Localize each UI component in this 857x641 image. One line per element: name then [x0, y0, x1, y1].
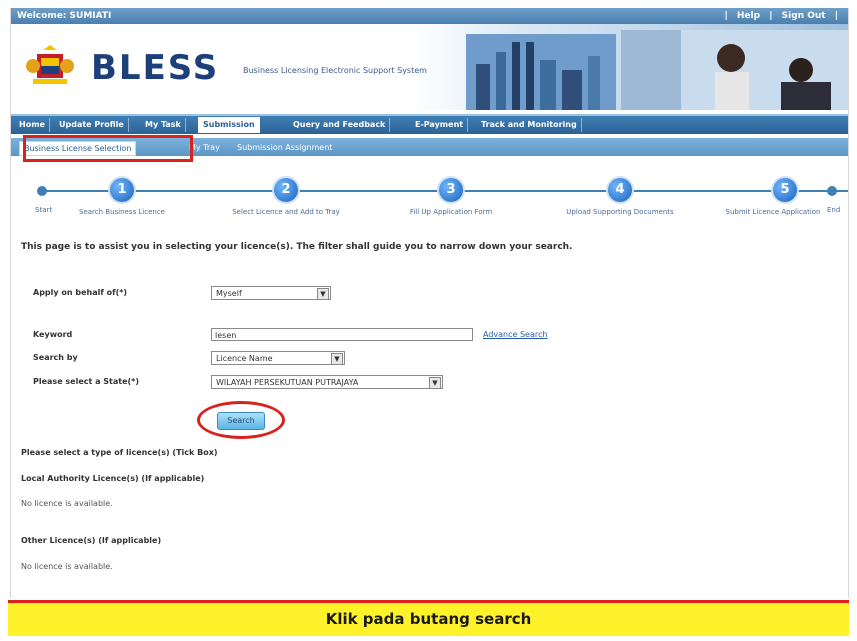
- state-label: Please select a State(*): [33, 377, 140, 386]
- search-by-label: Search by: [33, 353, 78, 362]
- header-banner: BLESS Business Licensing Electronic Supp…: [11, 24, 848, 110]
- nav-my-task[interactable]: My Task: [141, 118, 186, 132]
- nav-e-payment[interactable]: E-Payment: [411, 118, 469, 132]
- apply-on-behalf-select[interactable]: Myself ▼: [211, 286, 331, 300]
- search-by-value: Licence Name: [216, 354, 273, 363]
- nav-home[interactable]: Home: [15, 118, 50, 132]
- business-people-photo: [621, 30, 848, 110]
- other-licences-heading: Other Licence(s) (If applicable): [21, 536, 162, 545]
- help-link[interactable]: Help: [737, 11, 760, 21]
- step-3-circle: 3: [439, 178, 463, 202]
- logo-subtitle: Business Licensing Electronic Support Sy…: [243, 66, 427, 75]
- welcome-text: Welcome: SUMIATI: [17, 11, 112, 21]
- start-dot: [37, 186, 47, 196]
- subnav-submission-assignment[interactable]: Submission Assignment: [233, 141, 336, 154]
- step-5-label: Submit Licence Application: [725, 208, 821, 216]
- intro-text: This page is to assist you in selecting …: [21, 242, 573, 252]
- apply-on-behalf-label: Apply on behalf of(*): [33, 288, 128, 297]
- local-authority-note: No licence is available.: [21, 499, 113, 508]
- licence-type-prompt: Please select a type of licence(s) (Tick…: [21, 448, 218, 457]
- nav-submission[interactable]: Submission: [198, 117, 260, 133]
- advance-search-link[interactable]: Advance Search: [483, 330, 547, 339]
- step-1-circle: 1: [110, 178, 134, 202]
- top-links: | Help | Sign Out |: [724, 11, 838, 21]
- keyword-input[interactable]: lesen: [211, 328, 473, 341]
- search-by-select[interactable]: Licence Name ▼: [211, 351, 345, 365]
- instruction-caption: Klik pada butang search: [8, 600, 849, 636]
- apply-on-behalf-value: Myself: [216, 289, 242, 298]
- step-2-circle: 2: [274, 178, 298, 202]
- other-licences-note: No licence is available.: [21, 562, 113, 571]
- coat-of-arms-icon: [26, 45, 74, 84]
- dropdown-arrow-icon: ▼: [429, 377, 441, 389]
- step-4-label: Upload Supporting Documents: [566, 208, 674, 216]
- top-bar: Welcome: SUMIATI | Help | Sign Out |: [11, 8, 848, 24]
- highlight-rectangle: [23, 135, 193, 162]
- main-navigation: Home Update Profile My Task Submission Q…: [11, 114, 848, 134]
- sign-out-link[interactable]: Sign Out: [782, 11, 826, 21]
- end-label: End: [827, 206, 841, 214]
- step-3-label: Fill Up Application Form: [409, 208, 493, 216]
- step-2-label: Select Licence and Add to Tray: [232, 208, 340, 216]
- highlight-ellipse: [197, 401, 285, 439]
- bless-logo: BLESS: [91, 48, 220, 88]
- dropdown-arrow-icon: ▼: [331, 353, 343, 365]
- state-value: WILAYAH PERSEKUTUAN PUTRAJAYA: [216, 378, 359, 387]
- city-skyline-image: [466, 34, 616, 110]
- nav-update-profile[interactable]: Update Profile: [55, 118, 129, 132]
- end-dot: [827, 186, 837, 196]
- browser-page: Welcome: SUMIATI | Help | Sign Out | BLE…: [10, 8, 849, 598]
- start-label: Start: [35, 206, 53, 214]
- step-1-label: Search Business Licence: [79, 208, 165, 216]
- nav-track-monitoring[interactable]: Track and Monitoring: [477, 118, 582, 132]
- nav-query-feedback[interactable]: Query and Feedback: [289, 118, 391, 132]
- keyword-label: Keyword: [33, 330, 73, 339]
- step-5-circle: 5: [773, 178, 797, 202]
- progress-steps: Start End 1 Search Business Licence 2 Se…: [11, 168, 848, 228]
- step-4-circle: 4: [608, 178, 632, 202]
- local-authority-heading: Local Authority Licence(s) (If applicabl…: [21, 474, 205, 483]
- state-select[interactable]: WILAYAH PERSEKUTUAN PUTRAJAYA ▼: [211, 375, 443, 389]
- dropdown-arrow-icon: ▼: [317, 288, 329, 300]
